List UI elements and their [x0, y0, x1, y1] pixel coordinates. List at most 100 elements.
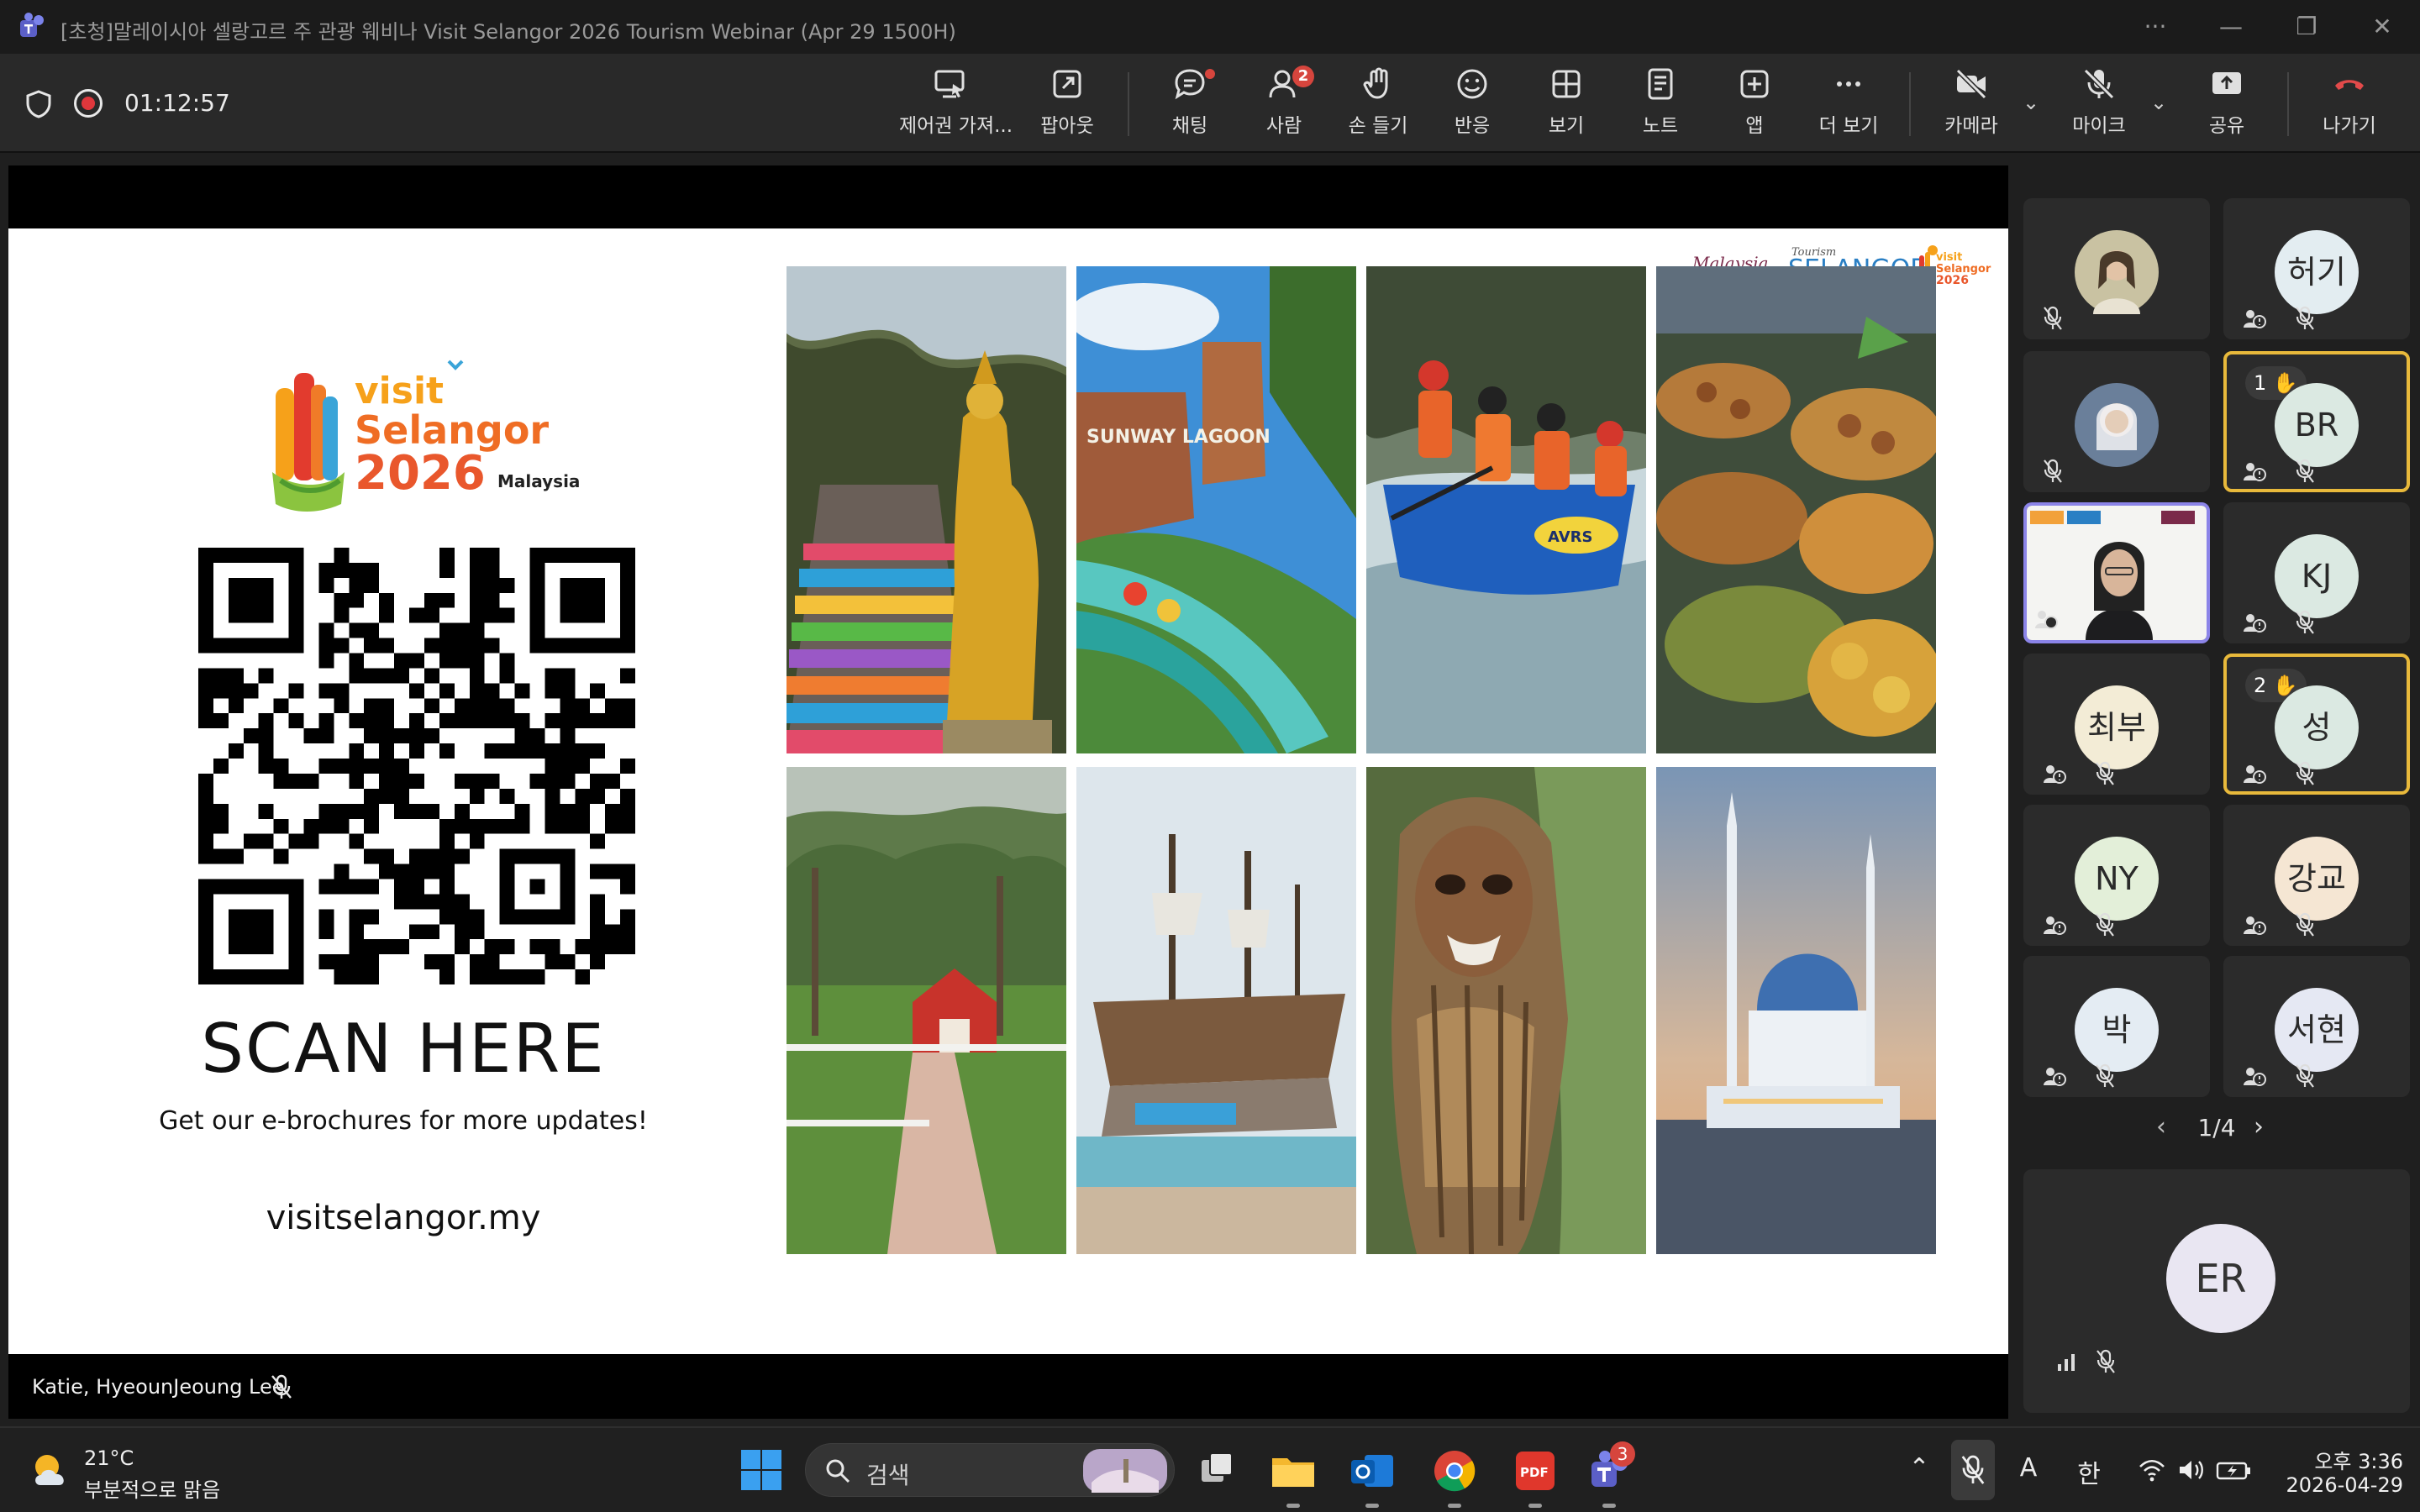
windows-taskbar: 21°C 부분적으로 맑음 검색 PDF 3 ⌃ A 한 오후 3:36 202… [0, 1426, 2420, 1512]
slide-subtitle: Get our e-brochures for more updates! [159, 1106, 648, 1136]
file-explorer-icon[interactable] [1269, 1446, 1318, 1495]
running-indicator [1448, 1504, 1461, 1508]
more-button[interactable]: 더 보기 [1798, 66, 1899, 146]
participant-tile[interactable]: 허기 [2223, 198, 2410, 339]
participants-gallery: 허기 1 ✋ BR KJ 최부 2 ✋ 성 NY 강교 박 서현 ‹ 1/4 ›… [2013, 153, 2420, 1421]
participant-tile[interactable]: KJ [2223, 502, 2410, 643]
taskbar-clock-date[interactable]: 2026-04-29 [2269, 1473, 2403, 1497]
meeting-timer: 01:12:57 [124, 89, 230, 117]
weather-temperature[interactable]: 21°C [84, 1446, 134, 1470]
participant-tile-hand-raised[interactable]: 1 ✋ BR [2223, 351, 2410, 492]
popout-button[interactable]: 팝아웃 [1017, 66, 1118, 146]
photo-tribal-mask [1366, 767, 1646, 1254]
mic-muted-icon [2044, 306, 2062, 330]
logo-visit-text: visit [355, 370, 444, 412]
take-control-icon [934, 70, 965, 98]
gallery-next-chevron-icon[interactable]: › [2254, 1112, 2279, 1142]
running-indicator [1602, 1504, 1616, 1508]
ime-language-indicator[interactable]: 한 [2074, 1453, 2104, 1489]
battery-charging-icon[interactable] [2215, 1453, 2252, 1487]
self-avatar: ER [2166, 1224, 2275, 1333]
running-indicator [1286, 1504, 1300, 1508]
mic-muted-icon [2296, 761, 2314, 785]
search-highlight-image [1083, 1449, 1167, 1493]
participant-status-icon [2044, 1068, 2066, 1086]
taskbar-search-box[interactable]: 검색 [805, 1443, 1175, 1497]
raft-label-text: AVRS [1548, 528, 1592, 546]
logo-malaysia-text: Malaysia [497, 471, 580, 491]
participant-tile-hand-raised[interactable]: 2 ✋ 성 [2223, 654, 2410, 795]
mic-muted-icon[interactable] [1960, 1453, 1986, 1487]
tray-overflow-chevron-icon[interactable]: ⌃ [1904, 1453, 1934, 1487]
leave-button[interactable]: 나가기 [2299, 66, 2400, 146]
people-button[interactable]: 2 사람 [1234, 66, 1334, 146]
take-control-button[interactable]: 제어권 가져... [899, 66, 1013, 146]
participant-status-icon [2035, 611, 2058, 629]
logo-year-text: 2026 [355, 446, 486, 501]
notes-button[interactable]: 노트 [1610, 66, 1711, 146]
camera-toggle-button[interactable]: 카메라 [1921, 66, 2022, 146]
camera-options-chevron-icon[interactable]: ⌄ [2018, 91, 2044, 124]
react-button[interactable]: 반응 [1422, 66, 1523, 146]
mini-visit-text: visit [1936, 251, 1962, 264]
presenter-bar: Katie, HyeounJeoung Lee [8, 1357, 2008, 1419]
raise-hand-button[interactable]: 손 들기 [1328, 66, 1428, 146]
partly-sunny-icon[interactable] [29, 1446, 76, 1494]
minimize-button[interactable]: — [2202, 7, 2260, 47]
participant-avatar: 성 [2275, 685, 2359, 769]
pdf-app-icon[interactable]: PDF [1511, 1446, 1560, 1495]
qr-code-image[interactable] [198, 548, 635, 984]
weather-description[interactable]: 부분적으로 맑음 [84, 1473, 220, 1503]
chat-icon [1175, 69, 1205, 100]
popout-icon [1053, 70, 1081, 98]
search-icon [826, 1459, 850, 1483]
chrome-icon[interactable] [1430, 1446, 1479, 1495]
participant-tile-speaking[interactable] [2023, 502, 2210, 643]
participant-avatar: NY [2075, 837, 2159, 921]
photo-blue-mosque [1656, 767, 1936, 1254]
recording-indicator-icon [74, 89, 103, 118]
share-button[interactable]: 공유 [2176, 66, 2277, 146]
wifi-icon[interactable] [2138, 1453, 2166, 1487]
mic-options-chevron-icon[interactable]: ⌄ [2146, 91, 2171, 124]
restore-button[interactable]: ❐ [2277, 7, 2336, 47]
mic-muted-icon [2296, 912, 2314, 937]
participant-tile[interactable]: 최부 [2023, 654, 2210, 795]
participant-tile[interactable]: 서현 [2223, 956, 2410, 1097]
participant-tile[interactable]: NY [2023, 805, 2210, 946]
chat-button[interactable]: 채팅 [1139, 66, 1240, 146]
participant-tile[interactable]: 박 [2023, 956, 2210, 1097]
share-icon [2212, 72, 2241, 94]
close-window-button[interactable]: ✕ [2353, 7, 2412, 47]
view-button[interactable]: 보기 [1516, 66, 1617, 146]
mic-muted-icon [2096, 1349, 2115, 1373]
mini-year-text: 2026 [1936, 274, 1969, 287]
taskbar-clock-time[interactable]: 오후 3:36 [2286, 1445, 2403, 1474]
view-icon [1552, 70, 1581, 98]
photo-white-water-rafting: AVRS [1366, 266, 1646, 753]
ime-mode-indicator[interactable]: A [2015, 1453, 2042, 1487]
participant-status-icon [2244, 614, 2266, 633]
participant-tile[interactable] [2023, 198, 2210, 339]
windows-start-icon[interactable] [739, 1448, 783, 1492]
apps-button[interactable]: 앱 [1704, 66, 1805, 146]
outlook-icon[interactable] [1348, 1446, 1397, 1495]
participant-status-icon [2244, 310, 2266, 328]
visit-selangor-logo: visit Selangor 2026 Malaysia [272, 360, 580, 512]
chat-unread-dot [1205, 69, 1215, 79]
volume-icon[interactable] [2176, 1453, 2205, 1487]
participant-status-icon [2244, 1068, 2266, 1086]
participant-status-icon [2044, 765, 2066, 784]
participant-tile[interactable]: 강교 [2223, 805, 2410, 946]
task-view-icon[interactable] [1193, 1446, 1242, 1495]
participant-tile[interactable] [2023, 351, 2210, 492]
shared-screen: visit Selangor 2026 Malaysia SCAN HERE G… [8, 165, 2008, 1419]
self-view-tile[interactable]: ER [2023, 1169, 2410, 1413]
scan-here-heading: SCAN HERE [201, 1010, 606, 1088]
mic-muted-icon [271, 1374, 292, 1399]
shield-icon[interactable] [24, 89, 54, 119]
camera-off-icon [1955, 68, 1987, 100]
mic-toggle-button[interactable]: 마이크 [2049, 66, 2149, 146]
participant-status-icon [2244, 463, 2266, 481]
window-options-button[interactable]: ··· [2126, 7, 2185, 47]
